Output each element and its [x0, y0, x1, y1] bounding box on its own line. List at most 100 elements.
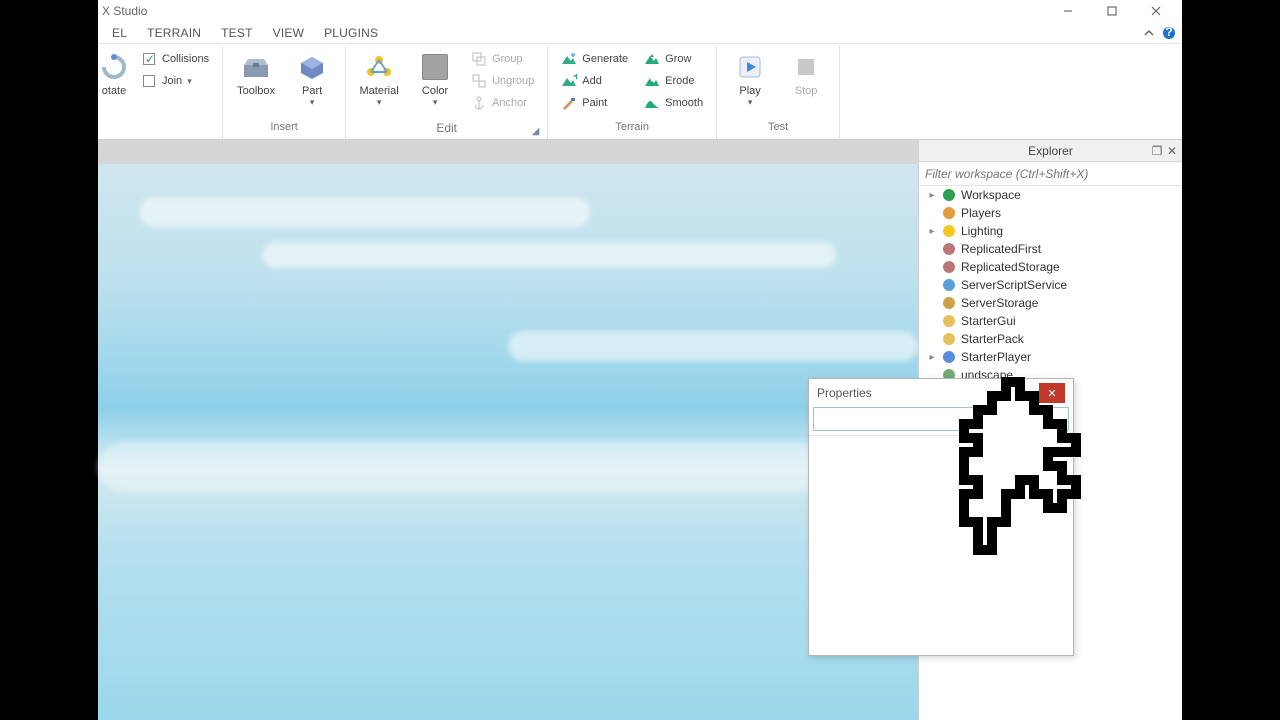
stop-icon — [790, 51, 822, 83]
add-terrain-button[interactable]: + Add — [556, 70, 633, 92]
explorer-filter — [919, 162, 1182, 186]
3d-viewport[interactable] — [98, 164, 918, 720]
tree-item[interactable]: ▸ Lighting — [919, 222, 1182, 240]
globe-icon — [941, 187, 957, 203]
app-window: X Studio EL TERRAIN TEST VIEW PLUGINS ? — [98, 0, 1182, 720]
tree-item-label: ReplicatedStorage — [961, 260, 1060, 274]
color-icon — [419, 51, 451, 83]
collapse-ribbon-icon[interactable] — [1142, 26, 1156, 40]
right-pillar — [1182, 0, 1280, 720]
tree-item[interactable]: ReplicatedStorage — [919, 258, 1182, 276]
window-title: X Studio — [102, 4, 1046, 18]
menu-el[interactable]: EL — [102, 24, 137, 42]
maximize-button[interactable] — [1090, 0, 1134, 22]
person-icon — [941, 349, 957, 365]
expand-icon[interactable]: ▸ — [927, 352, 937, 363]
explorer-undock-icon[interactable]: ❐ — [1151, 144, 1163, 158]
part-icon — [296, 51, 328, 83]
generate-button[interactable]: Generate — [556, 48, 633, 70]
smooth-button[interactable]: Smooth — [639, 92, 708, 114]
titlebar: X Studio — [98, 0, 1182, 22]
close-button[interactable] — [1134, 0, 1178, 22]
tree-item[interactable]: ReplicatedFirst — [919, 240, 1182, 258]
expand-icon[interactable]: ▸ — [927, 226, 937, 237]
edit-launcher-icon[interactable]: ◢ — [532, 126, 540, 137]
tree-item[interactable]: StarterGui — [919, 312, 1182, 330]
menu-view[interactable]: VIEW — [263, 24, 314, 42]
properties-window[interactable]: Properties ✕ — [808, 378, 1074, 656]
ungroup-icon — [471, 73, 487, 89]
properties-titlebar[interactable]: Properties ✕ — [809, 379, 1073, 407]
group-label-terrain: Terrain — [556, 121, 708, 137]
generate-icon — [561, 51, 577, 67]
ungroup-button[interactable]: Ungroup — [466, 70, 539, 92]
tree-item[interactable]: ServerScriptService — [919, 276, 1182, 294]
grow-button[interactable]: Grow — [639, 48, 708, 70]
part-button[interactable]: Part ▾ — [287, 48, 337, 108]
play-icon — [734, 51, 766, 83]
tree-item-label: StarterGui — [961, 314, 1016, 328]
rotate-icon — [98, 51, 130, 83]
tree-item-label: Lighting — [961, 224, 1003, 238]
tree-item-label: ReplicatedFirst — [961, 242, 1041, 256]
box-icon — [941, 241, 957, 257]
explorer-close-icon[interactable]: ✕ — [1166, 144, 1178, 158]
chest-icon — [941, 295, 957, 311]
ribbon: otate ✓ Collisions Join ▾ — [98, 44, 1182, 140]
tree-item-label: Workspace — [961, 188, 1021, 202]
tree-item-label: StarterPack — [961, 332, 1024, 346]
toolbox-button[interactable]: Toolbox — [231, 48, 281, 100]
erode-icon — [644, 73, 660, 89]
svg-text:?: ? — [1165, 26, 1172, 39]
join-toggle[interactable]: Join ▾ — [136, 70, 214, 92]
anchor-button[interactable]: Anchor — [466, 92, 539, 114]
group-button[interactable]: Group — [466, 48, 539, 70]
properties-filter-input[interactable] — [813, 407, 1069, 431]
folder-icon — [941, 313, 957, 329]
tree-item[interactable]: ServerStorage — [919, 294, 1182, 312]
bulb-icon — [941, 223, 957, 239]
stop-button[interactable]: Stop — [781, 48, 831, 100]
viewport-container — [98, 140, 918, 720]
group-label-edit: Edit◢ — [354, 121, 539, 137]
tree-item[interactable]: ▸StarterPlayer — [919, 348, 1182, 366]
paint-terrain-icon — [561, 95, 577, 111]
paint-terrain-button[interactable]: Paint — [556, 92, 633, 114]
play-button[interactable]: Play ▾ — [725, 48, 775, 108]
properties-close-button[interactable]: ✕ — [1039, 383, 1065, 403]
document-tabstrip[interactable] — [98, 140, 918, 164]
grow-icon — [644, 51, 660, 67]
tree-item[interactable]: Players — [919, 204, 1182, 222]
group-label-test: Test — [725, 121, 831, 137]
smooth-icon — [644, 95, 660, 111]
material-button[interactable]: Material ▾ — [354, 48, 404, 108]
people-icon — [941, 205, 957, 221]
rotate-button[interactable]: otate — [98, 48, 130, 100]
minimize-button[interactable] — [1046, 0, 1090, 22]
tree-item[interactable]: ▸ Workspace — [919, 186, 1182, 204]
collisions-icon: ✓ — [141, 51, 157, 67]
erode-button[interactable]: Erode — [639, 70, 708, 92]
help-icon[interactable]: ? — [1162, 26, 1176, 40]
expand-icon[interactable]: ▸ — [927, 190, 937, 201]
collisions-toggle[interactable]: ✓ Collisions — [136, 48, 214, 70]
join-icon — [141, 73, 157, 89]
menu-test[interactable]: TEST — [211, 24, 262, 42]
folder-icon — [941, 331, 957, 347]
box-icon — [941, 259, 957, 275]
tree-item[interactable]: StarterPack — [919, 330, 1182, 348]
svg-text:+: + — [573, 74, 577, 83]
properties-title-label: Properties — [817, 386, 872, 400]
add-terrain-icon: + — [561, 73, 577, 89]
material-icon — [363, 51, 395, 83]
menu-plugins[interactable]: PLUGINS — [314, 24, 388, 42]
tree-item-label: Players — [961, 206, 1001, 220]
properties-body — [809, 435, 1073, 655]
menu-terrain[interactable]: TERRAIN — [137, 24, 211, 42]
group-label-insert: Insert — [231, 121, 337, 137]
explorer-filter-input[interactable] — [919, 162, 1182, 185]
gear-icon — [941, 277, 957, 293]
color-button[interactable]: Color ▾ — [410, 48, 460, 108]
group-icon — [471, 51, 487, 67]
left-pillar — [0, 0, 98, 720]
